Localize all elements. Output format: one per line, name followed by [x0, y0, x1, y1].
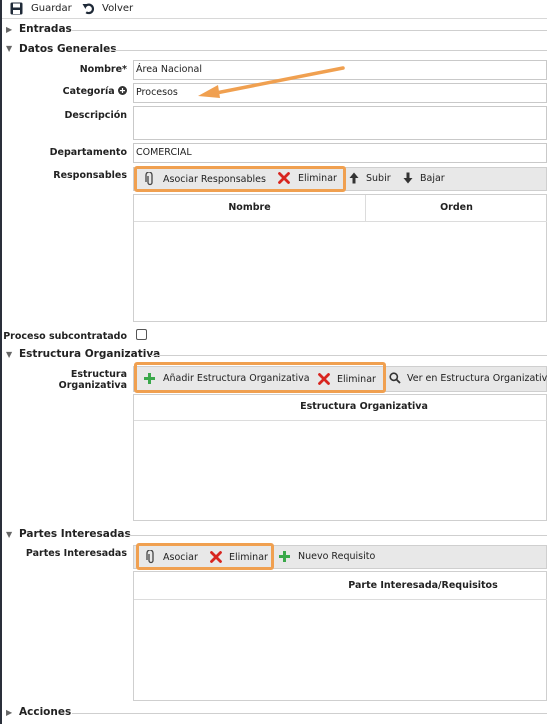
- nombre-label: Nombre*: [79, 64, 127, 75]
- back-label: Volver: [102, 2, 134, 14]
- plus-icon: [279, 551, 290, 562]
- anadir-estructura-label: Añadir Estructura Organizativa: [163, 373, 310, 384]
- ver-estructura-button[interactable]: Ver en Estructura Organizativa: [389, 372, 547, 384]
- section-divider: [124, 535, 547, 536]
- eliminar-partes-button[interactable]: Eliminar: [210, 551, 268, 563]
- window-edge: [0, 0, 2, 724]
- grid-header-divider: [134, 420, 547, 421]
- section-datos-generales[interactable]: Datos Generales: [19, 43, 117, 55]
- subcontratado-label: Proceso subcontratado: [3, 331, 127, 342]
- departamento-label: Departamento: [49, 147, 127, 158]
- asociar-partes-label: Asociar: [163, 551, 198, 563]
- bajar-button[interactable]: Bajar: [403, 172, 445, 184]
- grid-header-divider: [134, 221, 547, 222]
- section-estructura[interactable]: Estructura Organizativa: [19, 348, 160, 360]
- delete-x-icon: [318, 373, 330, 385]
- categoria-label: Categoría: [0, 86, 127, 97]
- subir-label: Subir: [366, 172, 391, 184]
- section-entradas[interactable]: Entradas: [19, 23, 72, 35]
- expand-entradas-icon[interactable]: ▶: [6, 25, 12, 34]
- partes-label: Partes Interesadas: [25, 548, 127, 559]
- arrow-up-icon: [349, 172, 359, 184]
- ver-estructura-label: Ver en Estructura Organizativa: [407, 372, 547, 384]
- nuevo-requisito-button[interactable]: Nuevo Requisito: [278, 550, 375, 563]
- eliminar-label: Eliminar: [298, 172, 337, 184]
- toolbar-divider: [2, 18, 547, 19]
- collapse-datos-icon[interactable]: ▼: [6, 44, 12, 53]
- eliminar-partes-label: Eliminar: [229, 551, 268, 563]
- delete-x-icon: [210, 551, 222, 563]
- column-header-nombre[interactable]: Nombre: [134, 202, 365, 213]
- section-partes[interactable]: Partes Interesadas: [19, 528, 131, 540]
- column-header-estructura[interactable]: Estructura Organizativa: [134, 401, 547, 412]
- collapse-partes-icon[interactable]: ▼: [6, 530, 12, 539]
- asociar-responsables-button[interactable]: Asociar Responsables: [145, 172, 266, 186]
- section-divider: [72, 30, 547, 31]
- responsables-label: Responsables: [53, 170, 127, 181]
- anadir-estructura-button[interactable]: Añadir Estructura Organizativa: [143, 372, 310, 385]
- add-categoria-icon[interactable]: [118, 86, 127, 95]
- section-divider: [72, 713, 547, 714]
- section-divider: [150, 355, 547, 356]
- back-button[interactable]: Volver: [82, 0, 133, 16]
- subir-button[interactable]: Subir: [349, 172, 391, 184]
- search-icon: [389, 372, 401, 384]
- section-acciones[interactable]: Acciones: [19, 706, 71, 718]
- eliminar-responsables-button[interactable]: Eliminar: [278, 172, 337, 184]
- descripcion-field[interactable]: [133, 106, 547, 140]
- save-label: Guardar: [31, 2, 72, 14]
- categoria-label-text: Categoría: [62, 86, 115, 97]
- column-header-parte-interesada[interactable]: Parte Interesada/Requisitos: [134, 580, 547, 591]
- eliminar-estructura-label: Eliminar: [337, 373, 376, 385]
- asociar-responsables-label: Asociar Responsables: [163, 173, 266, 185]
- paperclip-icon: [145, 172, 153, 186]
- bajar-label: Bajar: [420, 172, 445, 184]
- delete-x-icon: [278, 172, 290, 184]
- nuevo-requisito-label: Nuevo Requisito: [298, 551, 376, 562]
- grid-header-divider: [134, 599, 547, 600]
- estructura-grid: [133, 394, 547, 521]
- plus-icon: [144, 373, 155, 384]
- paperclip-icon: [146, 550, 154, 564]
- section-divider: [111, 50, 547, 51]
- eliminar-estructura-button[interactable]: Eliminar: [318, 373, 376, 385]
- expand-acciones-icon[interactable]: ▶: [6, 708, 12, 717]
- collapse-estructura-icon[interactable]: ▼: [6, 350, 12, 359]
- annotation-arrow: [198, 66, 345, 98]
- estructura-label: Estructura Organizativa: [58, 369, 127, 391]
- undo-icon: [82, 3, 95, 14]
- column-header-orden[interactable]: Orden: [366, 202, 547, 213]
- departamento-field[interactable]: COMERCIAL: [133, 143, 547, 163]
- responsables-grid: [133, 194, 547, 322]
- arrow-down-icon: [403, 172, 413, 184]
- save-button[interactable]: Guardar: [10, 0, 72, 16]
- asociar-partes-button[interactable]: Asociar: [146, 550, 198, 564]
- subcontratado-checkbox[interactable]: [136, 329, 147, 340]
- save-icon: [10, 2, 23, 14]
- descripcion-label: Descripción: [64, 110, 127, 121]
